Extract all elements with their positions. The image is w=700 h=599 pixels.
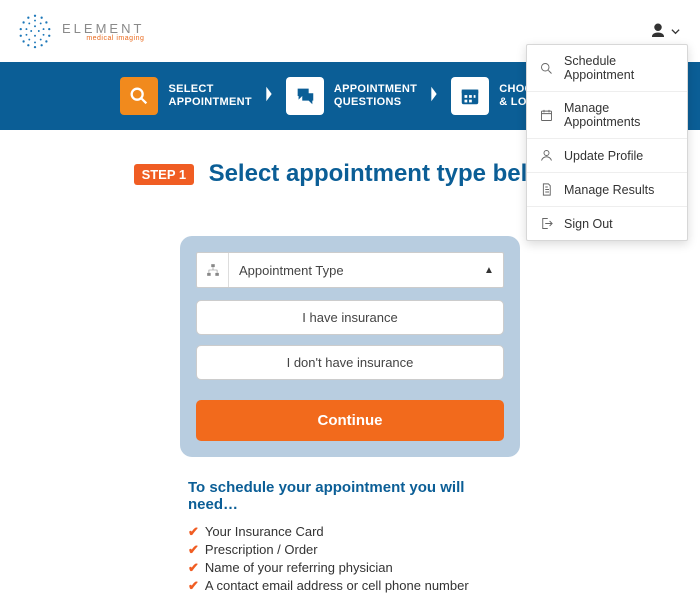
- check-icon: ✔: [188, 542, 199, 558]
- user-icon: [649, 22, 667, 40]
- requirement-item: ✔Prescription / Order: [188, 541, 512, 559]
- check-icon: ✔: [188, 560, 199, 576]
- requirements-panel: To schedule your appointment you will ne…: [180, 479, 520, 595]
- wizard-step-select-appointment[interactable]: SELECTAPPOINTMENT: [120, 77, 251, 115]
- menu-manage-appointments[interactable]: Manage Appointments: [527, 91, 687, 138]
- check-icon: ✔: [188, 524, 199, 540]
- chevron-right-icon: [429, 85, 439, 108]
- chat-icon: [286, 77, 324, 115]
- menu-schedule-appointment[interactable]: Schedule Appointment: [527, 45, 687, 91]
- menu-label: Schedule Appointment: [564, 54, 675, 82]
- wizard-step-label: SELECTAPPOINTMENT: [168, 83, 251, 109]
- option-have-insurance[interactable]: I have insurance: [196, 300, 504, 335]
- menu-label: Sign Out: [564, 217, 613, 231]
- signout-icon: [539, 216, 554, 231]
- requirement-item: ✔Name of your referring physician: [188, 559, 512, 577]
- step-badge: STEP 1: [134, 164, 195, 185]
- document-icon: [539, 182, 554, 197]
- continue-button[interactable]: Continue: [196, 400, 504, 441]
- user-dropdown: Schedule Appointment Manage Appointments…: [526, 44, 688, 241]
- appointment-type-select[interactable]: Appointment Type ▲: [196, 252, 504, 288]
- search-icon: [539, 61, 554, 76]
- menu-manage-results[interactable]: Manage Results: [527, 172, 687, 206]
- appointment-form: Appointment Type ▲ I have insurance I do…: [180, 236, 520, 457]
- requirement-item: ✔Your Insurance Card: [188, 523, 512, 541]
- page-title: Select appointment type below.: [209, 160, 567, 188]
- option-no-insurance[interactable]: I don't have insurance: [196, 345, 504, 380]
- calendar-icon: [451, 77, 489, 115]
- caret-up-icon: ▲: [475, 265, 503, 276]
- user-icon: [539, 148, 554, 163]
- select-placeholder: Appointment Type: [229, 263, 475, 278]
- chevron-down-icon: [671, 27, 680, 36]
- menu-label: Manage Results: [564, 183, 654, 197]
- requirements-title: To schedule your appointment you will ne…: [188, 479, 512, 513]
- search-icon: [120, 77, 158, 115]
- menu-update-profile[interactable]: Update Profile: [527, 138, 687, 172]
- logo-mark: [16, 12, 54, 50]
- menu-label: Update Profile: [564, 149, 643, 163]
- brand-subtitle: medical imaging: [62, 35, 144, 42]
- check-icon: ✔: [188, 578, 199, 594]
- requirement-item: ✔A contact email address or cell phone n…: [188, 577, 512, 595]
- brand-name: ELEMENT: [62, 21, 144, 36]
- hierarchy-icon: [197, 253, 229, 287]
- chevron-right-icon: [264, 85, 274, 108]
- wizard-step-label: APPOINTMENTQUESTIONS: [334, 83, 417, 109]
- brand-logo: ELEMENT medical imaging: [16, 12, 144, 50]
- user-menu-trigger[interactable]: [649, 22, 684, 40]
- calendar-icon: [539, 108, 554, 123]
- menu-sign-out[interactable]: Sign Out: [527, 206, 687, 240]
- menu-label: Manage Appointments: [564, 101, 675, 129]
- wizard-step-appointment-questions[interactable]: APPOINTMENTQUESTIONS: [286, 77, 417, 115]
